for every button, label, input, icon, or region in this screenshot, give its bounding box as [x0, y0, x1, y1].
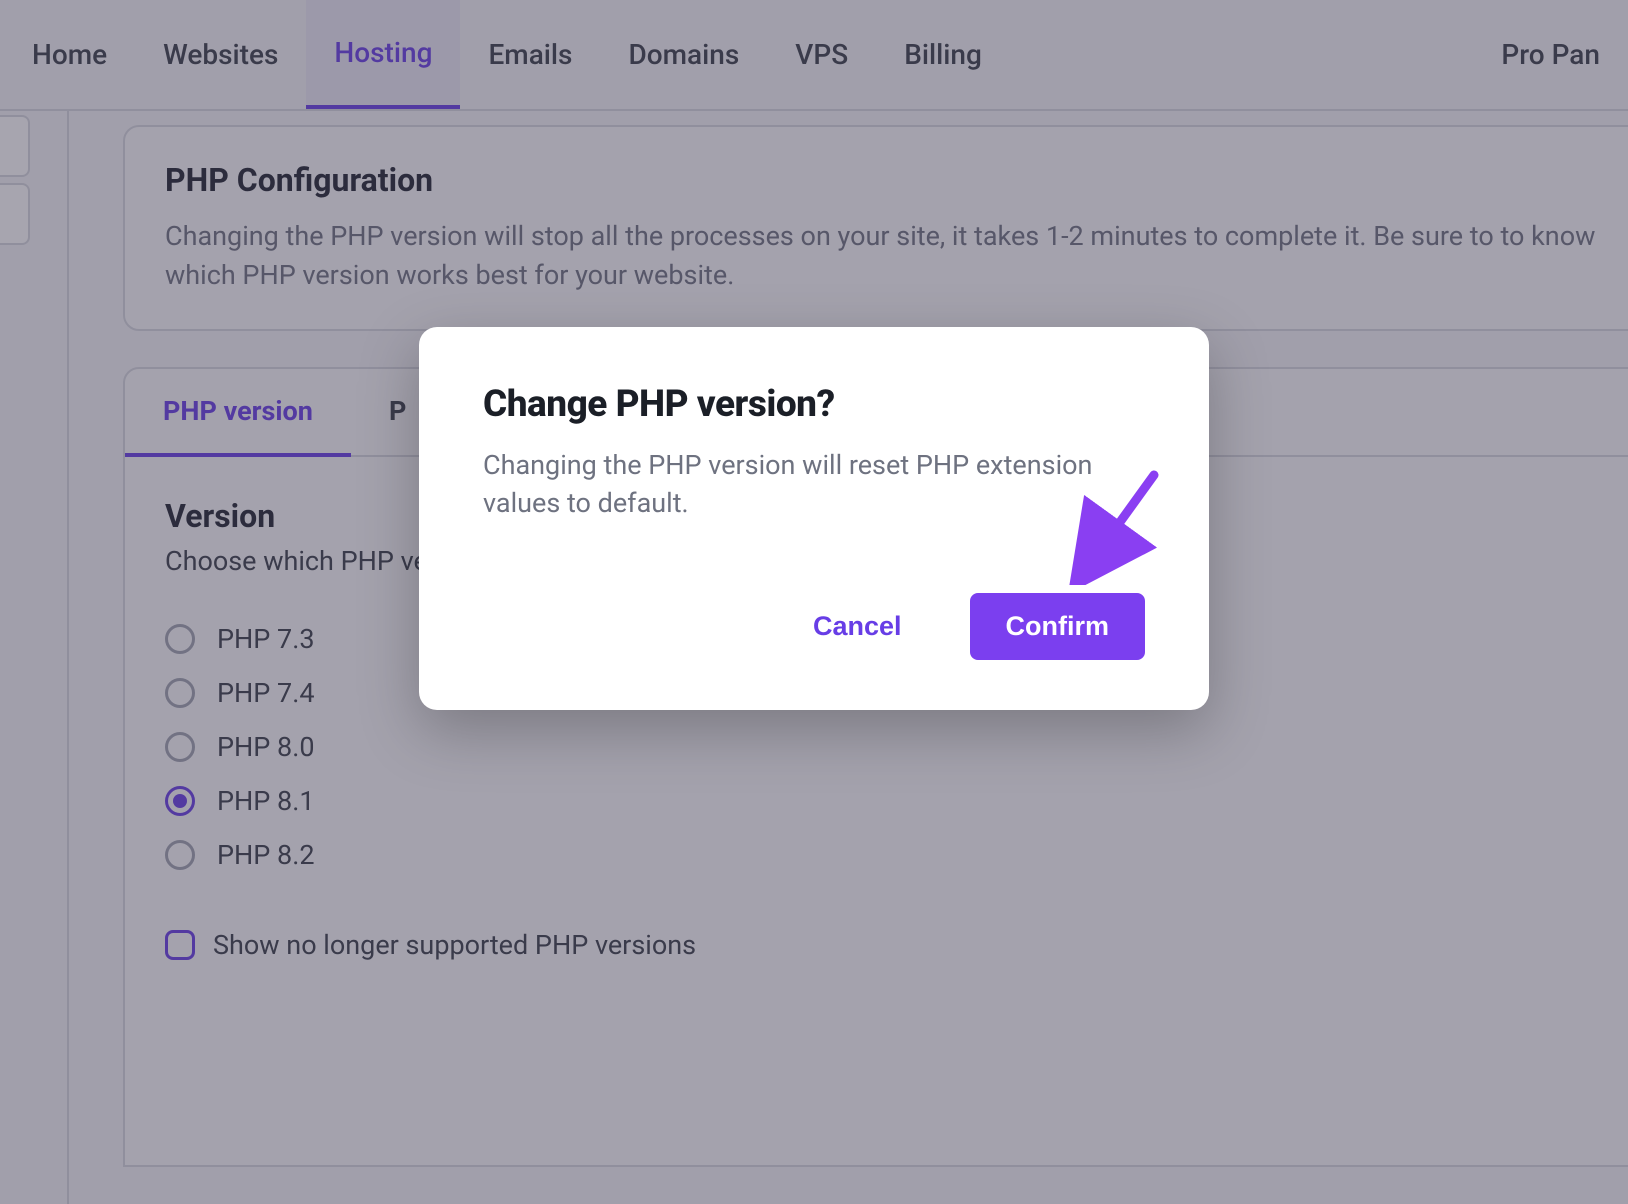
modal-title: Change PHP version?: [483, 383, 1145, 426]
cancel-button[interactable]: Cancel: [809, 593, 906, 660]
modal-body: Changing the PHP version will reset PHP …: [483, 446, 1145, 523]
confirm-button[interactable]: Confirm: [970, 593, 1146, 660]
modal-actions: Cancel Confirm: [483, 593, 1145, 660]
modal-overlay[interactable]: Change PHP version? Changing the PHP ver…: [0, 0, 1628, 1204]
change-php-modal: Change PHP version? Changing the PHP ver…: [419, 327, 1209, 710]
